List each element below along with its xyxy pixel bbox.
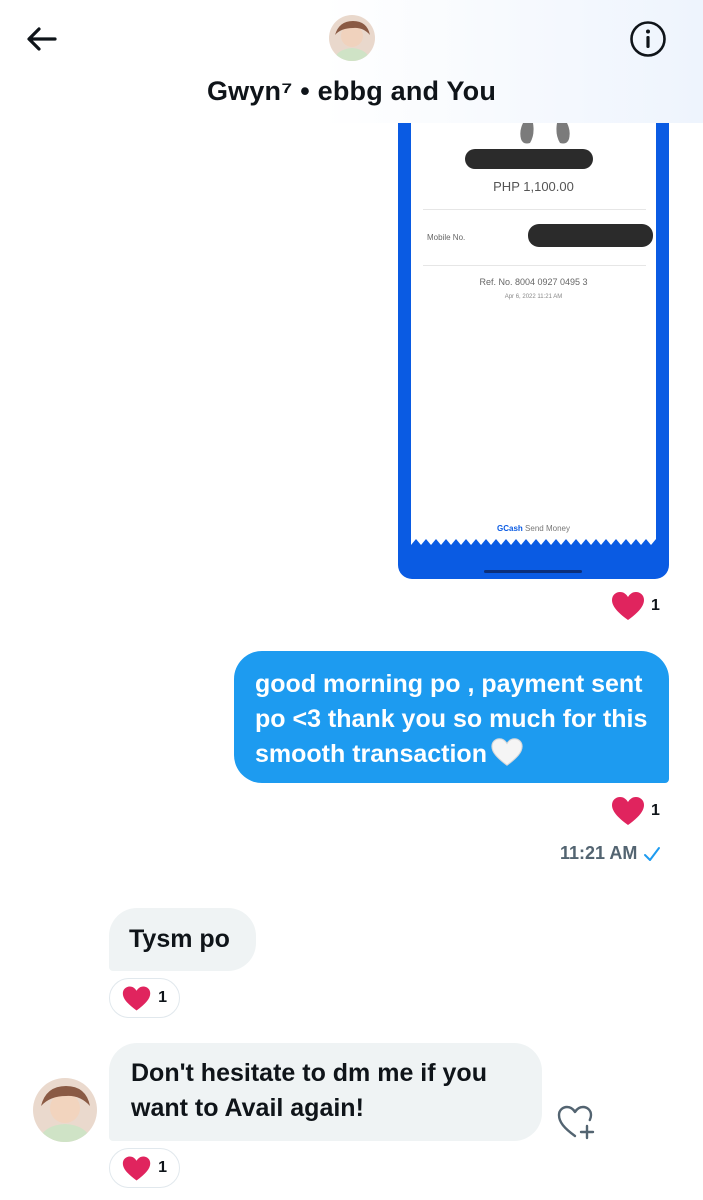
incoming-message[interactable]: Don't hesitate to dm me if you want to A…: [109, 1043, 542, 1141]
message-timestamp: 11:21 AM: [560, 843, 661, 864]
receipt-divider: [423, 265, 646, 266]
checkmark-seen-icon: [644, 846, 661, 861]
receipt-paper: PHP 1,100.00 Mobile No. Ref. No. 8004 09…: [411, 123, 656, 533]
conversation-avatar[interactable]: [329, 15, 375, 61]
back-button[interactable]: [22, 22, 62, 56]
heart-icon: [122, 1156, 151, 1180]
reaction-count: 1: [651, 802, 660, 819]
receipt-amount: PHP 1,100.00: [493, 179, 574, 194]
heart-icon: [612, 797, 644, 825]
heart-icon: [612, 592, 644, 620]
receipt-reaction[interactable]: 1: [611, 591, 660, 621]
sender-avatar[interactable]: [33, 1078, 97, 1142]
reaction-count: 1: [158, 989, 167, 1006]
reaction-count: 1: [158, 1159, 167, 1176]
heart-plus-icon: [557, 1105, 595, 1140]
conversation-title: Gwyn⁷ • ebbg and You: [206, 76, 497, 106]
outgoing-message[interactable]: good morning po , payment sent po <3 tha…: [234, 651, 669, 783]
conversation-header: Gwyn⁷ • ebbg and You: [0, 0, 703, 123]
reaction-count: 1: [651, 597, 660, 614]
service-name: Send Money: [525, 524, 570, 533]
reference-number: Ref. No. 8004 0927 0495 3: [479, 277, 588, 287]
info-circle-icon: [630, 21, 666, 57]
gcash-brand: GCash: [497, 524, 523, 533]
incoming-message-reaction[interactable]: 1: [109, 978, 180, 1018]
white-heart-icon: [491, 738, 523, 766]
receipt-torn-edge: [411, 533, 656, 545]
receipt-divider: [423, 209, 646, 210]
add-reaction-button[interactable]: [555, 1101, 597, 1143]
outgoing-message-reaction[interactable]: 1: [611, 796, 660, 826]
incoming-message-text: Tysm po: [129, 925, 230, 953]
arrow-left-icon: [27, 27, 57, 51]
mobile-number-label: Mobile No.: [427, 233, 466, 242]
transaction-date: Apr 6, 2022 11:21 AM: [504, 294, 563, 300]
redacted-recipient-name: [465, 149, 593, 169]
receipt-image-message[interactable]: PHP 1,100.00 Mobile No. Ref. No. 8004 09…: [398, 123, 669, 579]
incoming-message-text: Don't hesitate to dm me if you want to A…: [131, 1059, 487, 1122]
timestamp-text: 11:21 AM: [560, 843, 638, 863]
receipt-footer: GCash Send Money: [411, 524, 656, 533]
avatar-photo: [329, 15, 375, 61]
incoming-message-reaction[interactable]: 1: [109, 1148, 180, 1188]
redacted-mobile-number: [528, 224, 653, 247]
heart-icon: [122, 986, 151, 1010]
gcash-mascot-icon: [520, 123, 570, 144]
avatar-photo: [33, 1078, 97, 1142]
incoming-message[interactable]: Tysm po: [109, 908, 256, 971]
home-indicator: [484, 570, 582, 573]
outgoing-message-text: good morning po , payment sent po <3 tha…: [255, 670, 648, 768]
conversation-info-button[interactable]: [628, 19, 668, 59]
